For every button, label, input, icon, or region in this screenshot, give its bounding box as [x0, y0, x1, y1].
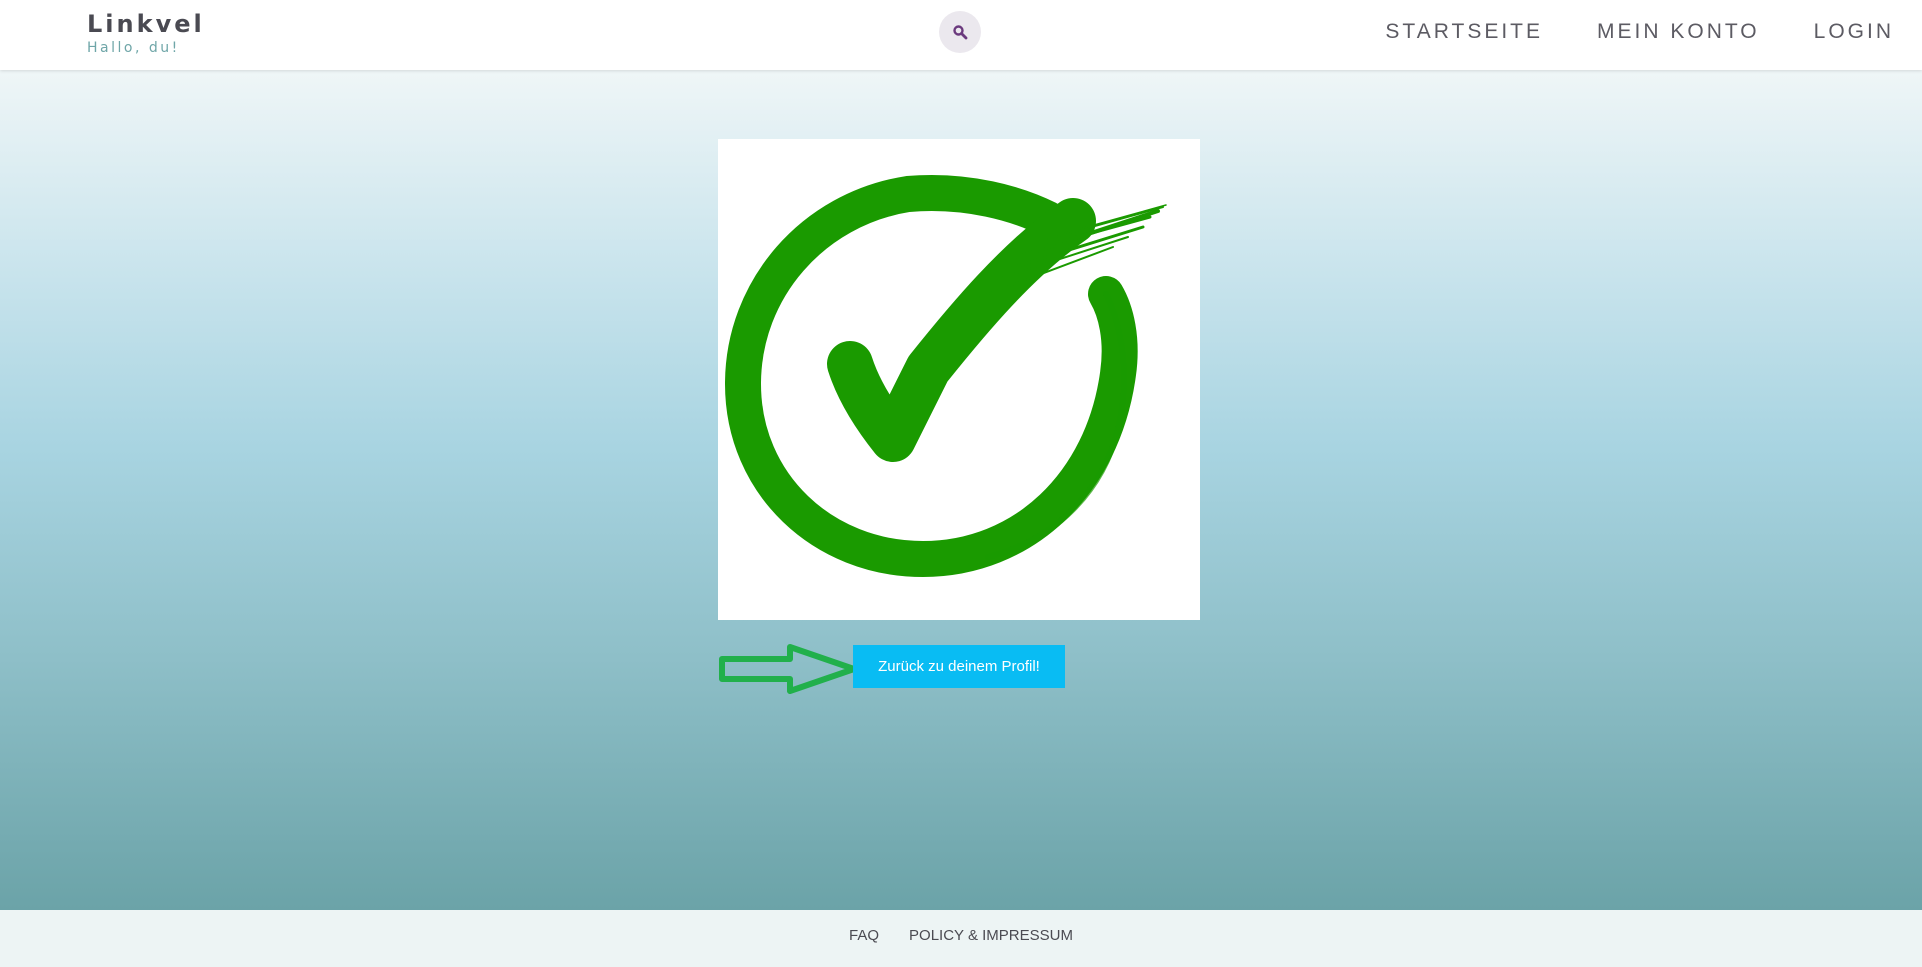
nav-login[interactable]: LOGIN — [1814, 19, 1894, 45]
success-image — [718, 139, 1200, 620]
main-content: Zurück zu deinem Profil! — [0, 70, 1922, 910]
logo[interactable]: Linkvel Hallo, du! — [87, 10, 205, 56]
arrow-right-outline-icon — [719, 644, 857, 694]
search-icon — [953, 25, 968, 40]
page: Linkvel Hallo, du! STARTSEITE MEIN KONTO… — [0, 0, 1922, 967]
checkmark-circle-icon — [724, 175, 1167, 578]
main-nav: STARTSEITE MEIN KONTO LOGIN — [1331, 19, 1894, 45]
search-button[interactable] — [939, 11, 981, 53]
logo-title: Linkvel — [87, 10, 205, 38]
nav-mein-konto[interactable]: MEIN KONTO — [1597, 19, 1760, 45]
logo-subtitle: Hallo, du! — [87, 40, 180, 56]
back-to-profile-button[interactable]: Zurück zu deinem Profil! — [853, 645, 1065, 688]
nav-startseite[interactable]: STARTSEITE — [1385, 19, 1543, 45]
site-header: Linkvel Hallo, du! STARTSEITE MEIN KONTO… — [0, 0, 1922, 70]
footer-link-faq[interactable]: FAQ — [849, 927, 879, 967]
site-footer: FAQ POLICY & IMPRESSUM — [0, 910, 1922, 967]
footer-link-policy-impressum[interactable]: POLICY & IMPRESSUM — [909, 927, 1073, 967]
